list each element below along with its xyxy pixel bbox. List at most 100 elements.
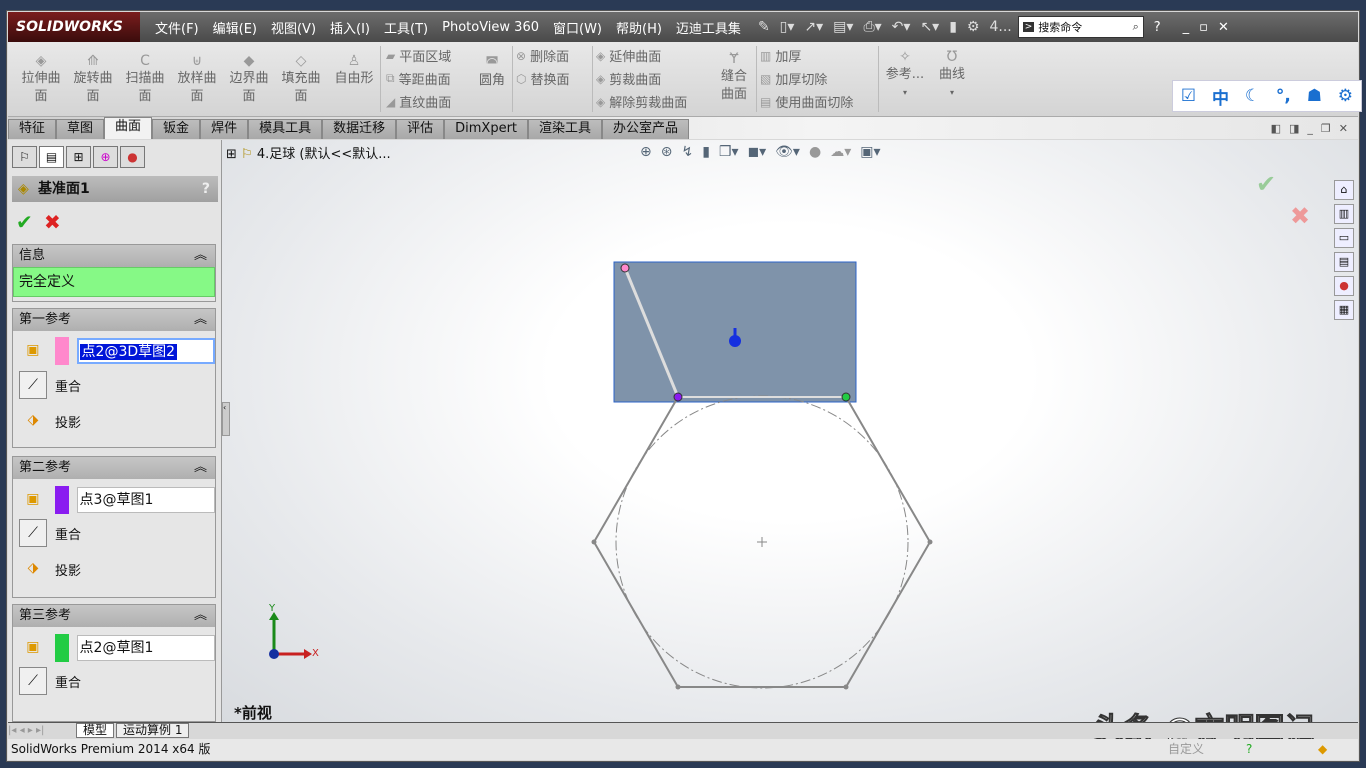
configuration-manager-tab-icon[interactable]: ⊞ — [66, 146, 91, 168]
close-button[interactable]: ✕ — [1218, 20, 1229, 35]
menu-view[interactable]: 视图(V) — [264, 18, 323, 37]
ime-chinese-mode[interactable]: 中 — [1212, 84, 1229, 109]
collapse-icon[interactable]: ︽ — [194, 605, 207, 627]
coincident-icon[interactable]: ⟋ — [19, 667, 47, 695]
project-icon[interactable]: ⬗ — [19, 555, 47, 583]
constraint-row[interactable]: ⬗投影 — [13, 403, 215, 439]
pin-icon[interactable]: ✎ — [758, 19, 770, 35]
revolve-surface-button[interactable]: ⟰旋转曲面 — [70, 52, 116, 106]
tab-sheet-metal[interactable]: 钣金 — [152, 119, 200, 139]
cut-with-surface-button[interactable]: ▤使用曲面切除 — [760, 92, 853, 111]
menu-window[interactable]: 窗口(W) — [546, 18, 609, 37]
menu-file[interactable]: 文件(F) — [148, 18, 206, 37]
extend-surface-button[interactable]: ◈延伸曲面 — [596, 46, 661, 65]
tab-evaluate[interactable]: 评估 — [396, 119, 444, 139]
moon-icon[interactable]: ☾ — [1245, 86, 1260, 106]
tab-dimxpert[interactable]: DimXpert — [444, 119, 528, 139]
tab-surfaces[interactable]: 曲面 — [104, 117, 152, 139]
ime-toggle-icon[interactable]: ☑ — [1181, 86, 1196, 106]
help-icon[interactable]: ? — [202, 176, 210, 202]
open-icon[interactable]: ↗▾ — [804, 19, 823, 35]
menu-insert[interactable]: 插入(I) — [323, 18, 377, 37]
sweep-surface-button[interactable]: C扫描曲面 — [122, 52, 168, 106]
first-reference-field[interactable]: 点2@3D草图2 — [77, 338, 215, 364]
tile-right-icon[interactable]: ◨ — [1289, 122, 1299, 135]
group-header[interactable]: 第三参考︽ — [13, 605, 215, 627]
constraint-row[interactable]: ⬗投影 — [13, 551, 215, 587]
loft-surface-button[interactable]: ⊎放样曲面 — [174, 52, 220, 106]
display-manager-tab-icon[interactable]: ● — [120, 146, 145, 168]
collapse-icon[interactable]: ︽ — [194, 245, 207, 267]
menu-photoview[interactable]: PhotoView 360 — [435, 20, 546, 35]
rebuild-icon[interactable]: ▮ — [949, 19, 957, 35]
tab-data-migration[interactable]: 数据迁移 — [322, 119, 396, 139]
ruled-surface-button[interactable]: ◢直纹曲面 — [386, 92, 451, 111]
tab-mold-tools[interactable]: 模具工具 — [248, 119, 322, 139]
project-icon[interactable]: ⬗ — [19, 407, 47, 435]
menu-edit[interactable]: 编辑(E) — [206, 18, 264, 37]
group-header[interactable]: 第一参考︽ — [13, 309, 215, 331]
coincident-icon[interactable]: ⟋ — [19, 519, 47, 547]
search-commands-input[interactable]: >搜索命令⌕ — [1018, 16, 1144, 38]
fillet-button[interactable]: ◚圆角 — [474, 54, 510, 90]
units-selector[interactable]: 自定义 — [1168, 739, 1204, 759]
user-icon[interactable]: ☗ — [1307, 86, 1322, 106]
group-header[interactable]: 信息︽ — [13, 245, 215, 267]
fill-surface-button[interactable]: ◇填充曲面 — [278, 52, 324, 106]
tab-render-tools[interactable]: 渲染工具 — [528, 119, 602, 139]
reference-geometry-button[interactable]: ✧参考...▾ — [884, 48, 926, 102]
rebuild-status-icon[interactable]: ◆ — [1318, 739, 1327, 759]
thicken-button[interactable]: ▥加厚 — [760, 46, 801, 65]
settings-icon[interactable]: ⚙ — [1338, 86, 1353, 106]
graphics-viewport[interactable]: ⊞ ⚐ 4.足球 (默认<<默认... ⊕⊛↯▮❒▾◼▾👁▾●☁▾▣▾ ✔ ✖ … — [222, 140, 1358, 722]
help-button[interactable]: ? — [1154, 20, 1161, 35]
replace-face-button[interactable]: ⬡替换面 — [516, 69, 570, 88]
delete-face-button[interactable]: ⊗删除面 — [516, 46, 569, 65]
coincident-icon[interactable]: ⟋ — [19, 371, 47, 399]
collapse-icon[interactable]: ︽ — [194, 309, 207, 331]
third-reference-field[interactable]: 点2@草图1 — [77, 635, 215, 661]
dimxpert-tab-icon[interactable]: ⊕ — [93, 146, 118, 168]
ok-button[interactable]: ✔ — [16, 210, 33, 234]
menu-maidi[interactable]: 迈迪工具集 — [669, 18, 748, 37]
thickened-cut-button[interactable]: ▧加厚切除 — [760, 69, 827, 88]
punctuation-icon[interactable]: °, — [1276, 86, 1291, 106]
qat-overflow[interactable]: 4... — [989, 19, 1011, 35]
minimize-button[interactable]: _ — [1183, 20, 1190, 35]
menu-tools[interactable]: 工具(T) — [377, 18, 435, 37]
tab-scroll-arrows[interactable]: |◂ ◂ ▸ ▸| — [8, 725, 74, 736]
options-icon[interactable]: ⚙ — [967, 19, 980, 35]
select-icon[interactable]: ↖▾ — [920, 19, 939, 35]
property-manager-tab-icon[interactable]: ▤ — [39, 146, 64, 168]
constraint-row[interactable]: ⟋重合 — [13, 515, 215, 551]
tab-features[interactable]: 特征 — [8, 119, 56, 139]
tab-sketch[interactable]: 草图 — [56, 119, 104, 139]
boundary-surface-button[interactable]: ◆边界曲面 — [226, 52, 272, 106]
tab-office-products[interactable]: 办公室产品 — [602, 119, 689, 139]
knit-surface-button[interactable]: Ɏ缝合曲面 — [716, 50, 752, 104]
menu-help[interactable]: 帮助(H) — [609, 18, 669, 37]
cancel-button[interactable]: ✖ — [44, 210, 61, 234]
collapse-icon[interactable]: ︽ — [194, 457, 207, 479]
undo-icon[interactable]: ↶▾ — [892, 19, 911, 35]
untrim-surface-button[interactable]: ◈解除剪裁曲面 — [596, 92, 687, 111]
second-reference-field[interactable]: 点3@草图1 — [77, 487, 215, 513]
trim-surface-button[interactable]: ◈剪裁曲面 — [596, 69, 661, 88]
search-icon[interactable]: ⌕ — [1133, 20, 1139, 34]
doc-close-button[interactable]: ✕ — [1339, 122, 1348, 135]
help-status-icon[interactable]: ? — [1246, 739, 1252, 759]
restore-button[interactable]: ▫ — [1199, 20, 1208, 35]
curves-button[interactable]: Ʊ曲线▾ — [932, 48, 972, 102]
feature-manager-tab-icon[interactable]: ⚐ — [12, 146, 37, 168]
offset-surface-button[interactable]: ⧉等距曲面 — [386, 69, 451, 88]
constraint-row[interactable]: ⟋重合 — [13, 367, 215, 403]
extrude-surface-button[interactable]: ◈拉伸曲面 — [18, 52, 64, 106]
tab-weldments[interactable]: 焊件 — [200, 119, 248, 139]
tile-left-icon[interactable]: ◧ — [1271, 122, 1281, 135]
constraint-row[interactable]: ⟋重合 — [13, 663, 215, 699]
freeform-button[interactable]: ♙自由形 — [330, 52, 378, 88]
group-header[interactable]: 第二参考︽ — [13, 457, 215, 479]
tab-motion-study[interactable]: 运动算例 1 — [116, 723, 189, 738]
doc-restore-button[interactable]: ❐ — [1321, 122, 1331, 135]
planar-surface-button[interactable]: ▰平面区域 — [386, 46, 451, 65]
